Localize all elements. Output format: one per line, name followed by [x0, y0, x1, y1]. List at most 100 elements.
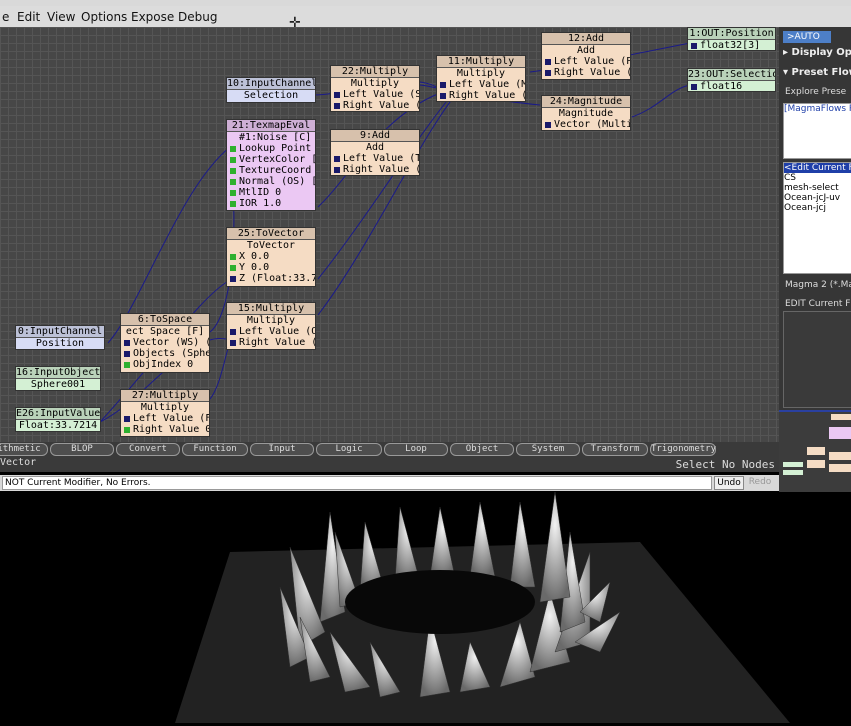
preset-flows-header[interactable]: ▾ Preset Flows: [783, 67, 851, 78]
menu-debug[interactable]: Debug: [178, 10, 217, 24]
node-tospace-6[interactable]: 6:ToSpace ect Space [F] Vector (WS) (Po …: [120, 313, 210, 373]
node-input-row[interactable]: Objects (Sphere: [121, 348, 209, 359]
list-item[interactable]: CS: [784, 173, 851, 183]
node-multiply-15[interactable]: 15:Multiply Multiply Left Value (Obj Rig…: [226, 302, 316, 350]
node-input-row[interactable]: Right Value (Ad: [437, 90, 525, 101]
node-magnitude-24[interactable]: 24:Magnitude Magnitude Vector (Multipl: [541, 95, 631, 131]
graph-minimap[interactable]: [779, 410, 851, 492]
node-input-object[interactable]: 16:InputObject Sphere001: [15, 366, 101, 391]
tab-vector[interactable]: Vector: [0, 457, 36, 469]
node-title: 27:Multiply: [121, 390, 209, 402]
node-input-row[interactable]: Right Value (Mag: [331, 100, 419, 111]
display-options-header[interactable]: ▸ Display Opti: [783, 47, 851, 58]
node-input-row[interactable]: TextureCoord [0: [227, 165, 315, 176]
node-texmap-eval[interactable]: 21:TexmapEval #1:Noise [C] Lookup Point …: [226, 119, 316, 211]
node-input-row[interactable]: Right Value (Mu: [542, 67, 630, 78]
node-input-row[interactable]: Right Value (Mu: [227, 337, 315, 348]
edit-current-label: EDIT Current Flo: [785, 299, 851, 309]
auto-button[interactable]: >AUTO: [783, 31, 831, 43]
selection-status: Select No Nodes: [675, 458, 775, 471]
node-input-row[interactable]: Y 0.0: [227, 262, 315, 273]
node-out-position[interactable]: 1:OUT:Position float32[3]: [687, 27, 776, 51]
tab-trigonometry[interactable]: Trigonometry: [650, 443, 716, 456]
node-out-selection[interactable]: 23:OUT:Selection float16: [687, 68, 776, 92]
list-item[interactable]: Ocean-jcj: [784, 203, 851, 213]
tab-system[interactable]: System: [516, 443, 580, 456]
node-input-row[interactable]: Left Value (Obj: [227, 326, 315, 337]
node-input-value[interactable]: E26:InputValue Float:33.7214: [15, 407, 101, 432]
node-input-row[interactable]: Vector (WS) (Po: [121, 337, 209, 348]
node-multiply-27[interactable]: 27:Multiply Multiply Left Value (Flo Rig…: [120, 389, 210, 437]
node-input-row[interactable]: Left Value (Mul: [437, 79, 525, 90]
node-input-row[interactable]: Normal (OS) [0,: [227, 176, 315, 187]
arrow-right-icon: ▸: [783, 47, 792, 58]
node-input-row[interactable]: Z (Float:33.721: [227, 273, 315, 284]
node-add-12[interactable]: 12:Add Add Left Value (Pos Right Value (…: [541, 32, 631, 80]
node-multiply-11[interactable]: 11:Multiply Multiply Left Value (Mul Rig…: [436, 55, 526, 102]
node-input-row[interactable]: float16: [688, 81, 775, 91]
undo-button[interactable]: Undo: [714, 476, 744, 490]
menu-bar: e Edit View Options Expose Debug ✛: [0, 6, 851, 31]
list-item[interactable]: <Edit Current Fl: [784, 163, 851, 173]
redo-button[interactable]: Redo: [745, 476, 775, 488]
menu-options[interactable]: Options: [81, 10, 127, 24]
node-param-row[interactable]: #1:Noise [C]: [227, 132, 315, 143]
edit-current-box[interactable]: [783, 311, 851, 408]
node-title: E26:InputValue: [16, 408, 101, 420]
tab-logic[interactable]: Logic: [316, 443, 382, 456]
node-title: 12:Add: [542, 33, 630, 45]
node-input-row[interactable]: VertexColor [0,: [227, 154, 315, 165]
node-input-row[interactable]: Left Value (Sel: [331, 89, 419, 100]
tab-transform[interactable]: Transform: [582, 443, 648, 456]
node-input-row[interactable]: Left Value (Pos: [542, 56, 630, 67]
menu-expose[interactable]: Expose: [131, 10, 174, 24]
tab-convert[interactable]: Convert: [116, 443, 180, 456]
list-item[interactable]: Ocean-jcJ-uv: [784, 193, 851, 203]
3d-viewport[interactable]: [0, 491, 851, 723]
node-input-row[interactable]: Left Value (ToV: [331, 153, 419, 164]
magma-file-label: Magma 2 (*.Mag: [785, 280, 851, 290]
node-input-row[interactable]: Vector (Multipl: [542, 119, 630, 130]
node-subtitle: Multiply: [140, 402, 190, 413]
node-input-row[interactable]: MtlID 0: [227, 187, 315, 198]
node-input-row[interactable]: Left Value (Flo: [121, 413, 209, 424]
list-item[interactable]: [MagmaFlows Ro: [784, 104, 851, 114]
node-input-channel-position[interactable]: 0:InputChannel Position: [15, 325, 105, 350]
tab-object[interactable]: Object: [450, 443, 514, 456]
tab-loop[interactable]: Loop: [384, 443, 448, 456]
node-input-row[interactable]: float32[3]: [688, 40, 775, 50]
minimap-preview: [783, 414, 851, 475]
node-output: Float:33.7214: [18, 420, 98, 431]
input-socket-icon: [334, 167, 340, 173]
node-input-row[interactable]: X 0.0: [227, 251, 315, 262]
node-tovector-25[interactable]: 25:ToVector ToVector X 0.0 Y 0.0 Z (Floa…: [226, 227, 316, 287]
node-title: 6:ToSpace: [121, 314, 209, 326]
node-input-row[interactable]: IOR 1.0: [227, 198, 315, 209]
node-input-channel-selection[interactable]: 10:InputChannel Selection: [226, 77, 316, 103]
menu-view[interactable]: View: [47, 10, 75, 24]
ring-hole: [345, 570, 535, 634]
tab-function[interactable]: Function: [182, 443, 248, 456]
input-socket-icon: [124, 416, 130, 422]
menu-edit[interactable]: Edit: [17, 10, 40, 24]
menu-file[interactable]: e: [2, 10, 9, 24]
node-output: Sphere001: [30, 379, 86, 390]
tab-arithmetic[interactable]: ithmetic: [0, 443, 48, 456]
list-item[interactable]: mesh-select: [784, 183, 851, 193]
preset-list[interactable]: [MagmaFlows Ro: [783, 103, 851, 159]
node-input-row[interactable]: Lookup Point (O: [227, 143, 315, 154]
node-input-row[interactable]: ObjIndex 0: [121, 359, 209, 370]
input-socket-icon: [545, 70, 551, 76]
input-socket-icon: [230, 340, 236, 346]
tab-input[interactable]: Input: [250, 443, 314, 456]
node-graph-canvas[interactable]: 10:InputChannel Selection 22:Multiply Mu…: [0, 27, 779, 442]
node-input-row[interactable]: Right Value 0.0: [121, 424, 209, 435]
flow-list[interactable]: <Edit Current Fl CS mesh-select Ocean-jc…: [783, 162, 851, 274]
node-multiply-22[interactable]: 22:Multiply Multiply Left Value (Sel Rig…: [330, 65, 420, 112]
node-subtitle: Multiply: [456, 68, 506, 79]
node-add-9[interactable]: 9:Add Add Left Value (ToV Right Value (M…: [330, 129, 420, 176]
node-input-row[interactable]: Right Value (Mu: [331, 164, 419, 175]
tab-blop[interactable]: BLOP: [50, 443, 114, 456]
explore-presets-button[interactable]: Explore Prese: [785, 87, 846, 97]
input-socket-icon: [334, 156, 340, 162]
